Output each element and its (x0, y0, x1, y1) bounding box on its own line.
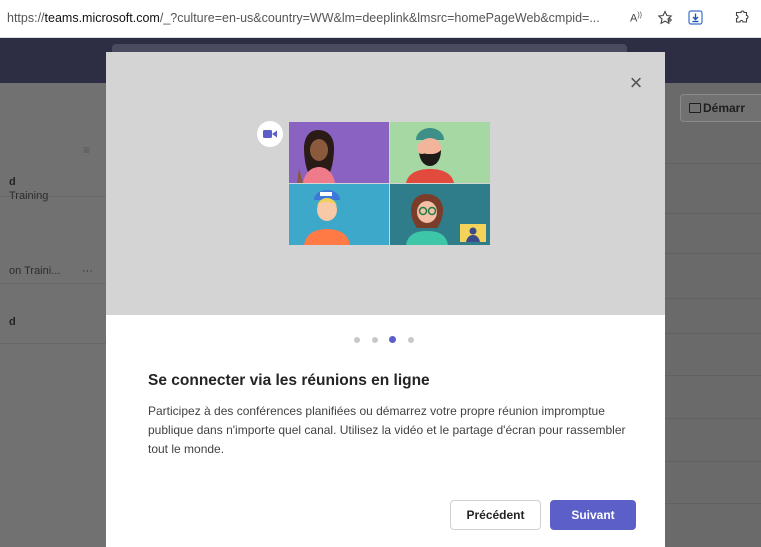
meet-now-label: Démarr (703, 101, 746, 115)
participant-tile-1 (289, 122, 389, 183)
previous-button[interactable]: Précédent (450, 500, 541, 530)
list-item: d Training (0, 138, 106, 202)
list-item-title: d (9, 176, 16, 188)
more-options-icon: ··· (82, 265, 93, 277)
url-field[interactable]: https://teams.microsoft.com/_?culture=en… (7, 11, 617, 25)
onboarding-dialog: × Se connecter via les réunions en ligne… (106, 52, 665, 547)
video-camera-icon (689, 103, 701, 113)
url-prefix: https:// (7, 11, 45, 25)
pager-dot-4[interactable] (408, 337, 414, 343)
pager-dot-1[interactable] (354, 337, 360, 343)
list-item-subtitle: on Traini... (9, 265, 61, 277)
browser-address-bar: https://teams.microsoft.com/_?culture=en… (0, 0, 761, 38)
right-panel (665, 83, 761, 547)
favorite-star-icon[interactable] (657, 10, 673, 29)
close-button[interactable]: × (626, 72, 646, 94)
url-path: /_?culture=en-us&country=WW&lm=deeplink&… (159, 11, 600, 25)
list-item-subtitle: Training (9, 190, 49, 202)
video-meeting-illustration (257, 121, 490, 245)
hero-area: × (106, 52, 665, 315)
dialog-title: Se connecter via les réunions en ligne (148, 372, 430, 389)
download-icon[interactable] (688, 10, 703, 25)
participant-tile-2 (390, 122, 490, 183)
participant-tile-4 (390, 184, 490, 245)
carousel-pager (354, 335, 424, 345)
participant-tile-3 (289, 184, 389, 245)
pager-dot-3-active[interactable] (389, 336, 396, 343)
meet-now-button: Démarr (680, 94, 761, 122)
pager-dot-2[interactable] (372, 337, 378, 343)
read-aloud-icon[interactable]: A)) (630, 12, 642, 25)
dialog-description: Participez à des conférences planifiées … (148, 404, 626, 456)
list-item-title: d (9, 316, 16, 328)
list-item: d (0, 283, 106, 344)
url-host: teams.microsoft.com (44, 11, 160, 25)
chat-list-panel: ≡ d Training on Traini... ··· d (0, 83, 106, 547)
next-button[interactable]: Suivant (550, 500, 636, 530)
list-item: on Traini... ··· (0, 223, 106, 284)
video-camera-badge-icon (257, 121, 283, 147)
extensions-icon[interactable] (734, 10, 749, 28)
